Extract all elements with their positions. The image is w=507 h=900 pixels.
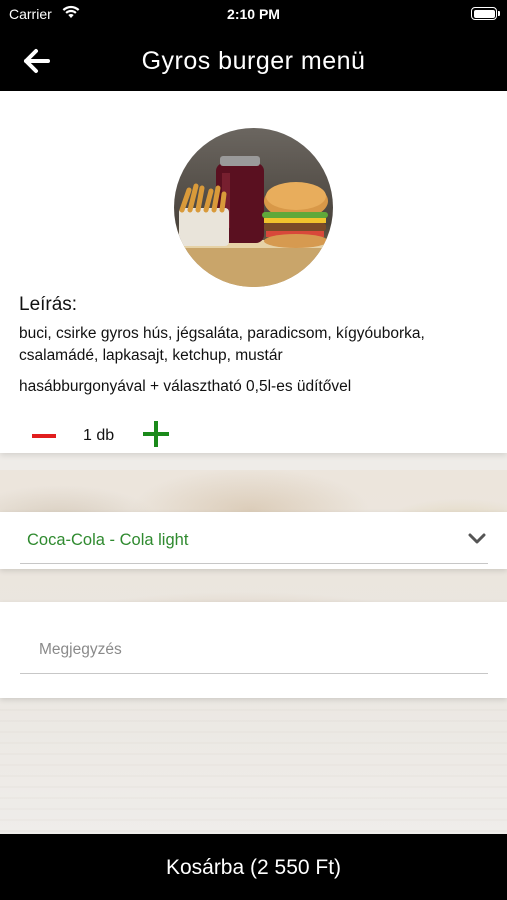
drink-select[interactable]: Coca-Cola - Cola light <box>20 512 488 564</box>
battery-icon <box>471 7 500 20</box>
description-text: buci, csirke gyros hús, jégsaláta, parad… <box>19 325 425 364</box>
increase-quantity-button[interactable] <box>143 421 169 447</box>
add-to-cart-label: Kosárba (2 550 Ft) <box>165 856 342 879</box>
chevron-down-icon <box>468 533 486 544</box>
product-image <box>174 128 333 287</box>
quantity-stepper: 1 db <box>0 417 300 457</box>
drink-selected-value: Coca-Cola - Cola light <box>27 531 189 549</box>
drink-select-card: Coca-Cola - Cola light <box>0 512 507 569</box>
status-bar: Carrier 2:10 PM <box>0 0 507 30</box>
clock: 2:10 PM <box>227 6 280 22</box>
description-title: Leírás: <box>19 294 78 315</box>
description-extra: hasábburgonyával + választható 0,5l-es ü… <box>19 378 352 395</box>
navigation-bar: Gyros burger menü <box>0 30 507 91</box>
decrease-quantity-button[interactable] <box>30 422 58 450</box>
note-input[interactable] <box>20 626 488 674</box>
page-title: Gyros burger menü <box>141 47 366 75</box>
note-card <box>0 602 507 698</box>
add-to-cart-button[interactable]: Kosárba (2 550 Ft) <box>0 834 507 900</box>
quantity-value: 1 db <box>83 427 115 444</box>
product-details-card: Leírás: buci, csirke gyros hús, jégsalát… <box>0 91 507 453</box>
